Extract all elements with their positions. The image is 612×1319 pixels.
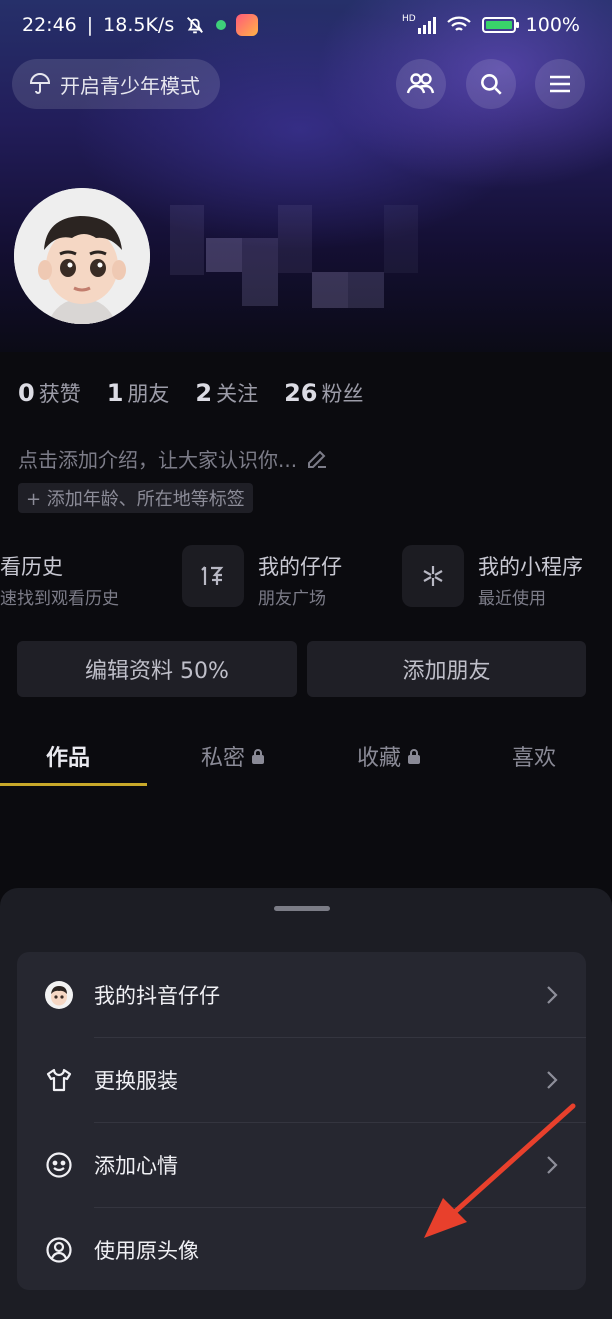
game-app-icon — [236, 14, 259, 36]
option-change-outfit[interactable]: 更换服装 — [17, 1037, 586, 1122]
chevron-right-icon — [547, 1070, 558, 1089]
tool-mini-programs-subtitle: 最近使用 — [478, 589, 546, 609]
friends-button[interactable] — [396, 59, 446, 109]
sheet-drag-handle[interactable] — [274, 906, 330, 911]
shirt-icon — [44, 1065, 74, 1095]
avatar-icon — [44, 980, 74, 1010]
stat-following[interactable]: 2 关注 — [195, 378, 258, 408]
content-tabs: 作品 私密 收藏 喜欢 — [0, 728, 612, 786]
tab-works[interactable]: 作品 — [46, 740, 90, 772]
menu-button[interactable] — [535, 59, 585, 109]
tab-private-label: 私密 — [201, 746, 246, 771]
active-tab-indicator — [0, 783, 147, 786]
avatar-character-image — [14, 188, 150, 324]
edit-profile-label: 编辑资料 50% — [85, 659, 229, 684]
status-time: 22:46 — [22, 14, 77, 36]
option-label: 我的抖音仔仔 — [94, 983, 220, 1008]
tab-private[interactable]: 私密 — [201, 740, 265, 772]
activity-dot-icon — [216, 20, 227, 30]
add-tags-label: + 添加年龄、所在地等标签 — [26, 489, 245, 510]
mini-program-icon — [402, 545, 464, 607]
signal-icon — [417, 16, 436, 34]
option-use-original-avatar[interactable]: 使用原头像 — [17, 1207, 586, 1292]
stat-likes[interactable]: 0 获赞 — [18, 378, 81, 408]
tool-watch-history[interactable]: 看历史 速找到观看历史 — [0, 545, 170, 609]
search-icon — [481, 74, 502, 95]
avatar-options-sheet: 我的抖音仔仔 更换服装 添加心情 使用原头像 — [0, 888, 612, 1319]
battery-icon — [481, 17, 519, 33]
tool-my-avatar-subtitle: 朋友广场 — [258, 589, 326, 609]
stat-friends[interactable]: 1 朋友 — [107, 378, 170, 408]
umbrella-icon — [29, 73, 51, 94]
chevron-right-icon — [547, 985, 558, 1004]
tool-my-avatar[interactable]: 我的仔仔 朋友广场 — [182, 545, 382, 609]
add-friends-button[interactable]: 添加朋友 — [307, 641, 586, 697]
hd-badge: HD — [401, 14, 416, 24]
lock-icon — [252, 749, 265, 764]
teen-mode-button[interactable]: 开启青少年模式 — [12, 59, 220, 109]
tool-my-avatar-title: 我的仔仔 — [258, 555, 342, 579]
tool-watch-history-subtitle: 速找到观看历史 — [0, 589, 119, 609]
options-card: 我的抖音仔仔 更换服装 添加心情 使用原头像 — [17, 952, 586, 1290]
search-button[interactable] — [466, 59, 516, 109]
avatar-tool-icon — [182, 545, 244, 607]
lock-icon — [408, 749, 421, 764]
smiley-icon — [44, 1150, 74, 1180]
tab-works-label: 作品 — [46, 746, 91, 771]
profile-avatar[interactable] — [14, 188, 150, 324]
add-friends-label: 添加朋友 — [402, 659, 491, 684]
tab-favorites-label: 收藏 — [357, 746, 402, 771]
bio-placeholder-text: 点击添加介绍，让大家认识你... — [18, 448, 298, 472]
battery-percent: 100% — [525, 14, 580, 36]
wifi-icon — [446, 16, 471, 31]
option-add-mood[interactable]: 添加心情 — [17, 1122, 586, 1207]
tab-favorites[interactable]: 收藏 — [357, 740, 421, 772]
add-tags-button[interactable]: + 添加年龄、所在地等标签 — [18, 483, 253, 513]
option-label: 更换服装 — [94, 1068, 178, 1093]
bio-placeholder[interactable]: 点击添加介绍，让大家认识你... — [18, 444, 329, 473]
option-label: 使用原头像 — [94, 1238, 199, 1263]
tab-likes-label: 喜欢 — [512, 746, 557, 771]
bell-muted-icon — [187, 17, 204, 34]
stat-followers[interactable]: 26 粉丝 — [284, 378, 363, 408]
tool-watch-history-title: 看历史 — [0, 555, 63, 579]
network-speed: 18.5K/s — [103, 14, 175, 36]
status-bar: 22:46 | 18.5K/s HD 100% — [0, 0, 612, 54]
user-circle-icon — [44, 1235, 74, 1265]
teen-mode-label: 开启青少年模式 — [60, 73, 200, 98]
status-separator: | — [86, 14, 94, 36]
tab-likes[interactable]: 喜欢 — [512, 740, 556, 772]
option-label: 添加心情 — [94, 1153, 178, 1178]
option-my-douyin-avatar[interactable]: 我的抖音仔仔 — [17, 952, 586, 1037]
edit-profile-button[interactable]: 编辑资料 50% — [17, 641, 297, 697]
tool-mini-programs-title: 我的小程序 — [478, 555, 583, 579]
pencil-icon — [308, 450, 327, 468]
chevron-right-icon — [547, 1155, 558, 1174]
tool-mini-programs[interactable]: 我的小程序 最近使用 — [402, 545, 612, 609]
profile-stats: 0 获赞 1 朋友 2 关注 26 粉丝 — [18, 378, 364, 408]
people-icon — [406, 73, 435, 94]
menu-icon — [550, 75, 570, 93]
